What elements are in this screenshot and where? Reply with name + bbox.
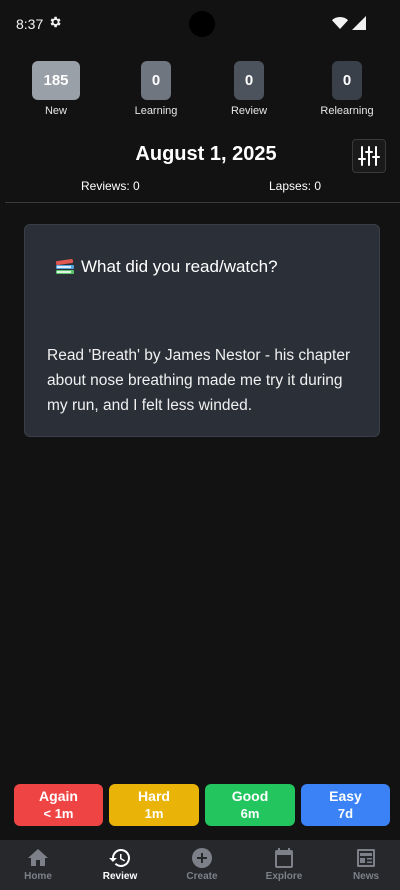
nav-news-label: News	[352, 871, 380, 882]
status-bar: 8:37	[0, 0, 400, 48]
books-icon	[55, 259, 74, 274]
cellular-signal-icon	[352, 16, 366, 30]
hard-button[interactable]: Hard 1m	[109, 784, 199, 826]
easy-button[interactable]: Easy 7d	[301, 784, 390, 826]
card-answer-text: Read 'Breath' by James Nestor - his chap…	[47, 347, 351, 414]
counter-learning-label: Learning	[134, 105, 178, 117]
counter-relearning-value: 0	[332, 61, 362, 100]
nav-news[interactable]: News	[331, 846, 400, 882]
camera-cutout	[189, 11, 215, 37]
good-button[interactable]: Good 6m	[205, 784, 295, 826]
nav-home-label: Home	[24, 871, 52, 882]
good-button-label: Good	[231, 788, 269, 804]
nav-explore-label: Explore	[265, 871, 303, 882]
calendar-icon	[275, 848, 293, 868]
nav-review-label: Review	[102, 871, 138, 882]
status-time: 8:37	[16, 16, 44, 32]
sliders-icon	[358, 146, 380, 166]
again-button-interval: < 1m	[43, 806, 74, 821]
card-question-text: What did you read/watch?	[81, 257, 278, 276]
nav-explore[interactable]: Explore	[249, 846, 319, 882]
flashcard: What did you read/watch? Read 'Breath' b…	[24, 224, 380, 437]
nav-create-label: Create	[186, 871, 218, 882]
card-question: What did you read/watch?	[55, 257, 278, 277]
again-button[interactable]: Again < 1m	[14, 784, 103, 826]
header-divider	[5, 202, 400, 203]
counter-relearning-label: Relearning	[320, 105, 374, 117]
good-button-interval: 6m	[240, 806, 260, 821]
again-button-label: Again	[39, 788, 78, 804]
home-icon	[28, 849, 48, 866]
nav-create[interactable]: Create	[167, 846, 237, 882]
settings-gear-icon	[50, 16, 61, 28]
counter-learning: 0 Learning	[111, 61, 201, 117]
counter-learning-value: 0	[141, 61, 171, 100]
review-date-title: August 1, 2025	[135, 143, 277, 165]
nav-review[interactable]: Review	[85, 846, 155, 882]
history-icon	[109, 848, 131, 867]
hard-button-label: Hard	[138, 788, 170, 804]
counter-relearning: 0 Relearning	[302, 61, 392, 117]
queue-counters: 185 New 0 Learning 0 Review 0 Relearning	[0, 61, 400, 121]
easy-button-label: Easy	[329, 788, 362, 804]
counter-review-value: 0	[234, 61, 264, 100]
newspaper-icon	[357, 849, 375, 867]
wifi-icon	[332, 16, 348, 29]
counter-review: 0 Review	[204, 61, 294, 117]
counter-new: 185 New	[11, 61, 101, 117]
easy-button-interval: 7d	[337, 806, 354, 821]
hard-button-interval: 1m	[144, 806, 164, 821]
add-circle-icon	[192, 848, 212, 868]
filter-settings-button[interactable]	[352, 139, 386, 173]
counter-new-label: New	[44, 105, 67, 117]
nav-home[interactable]: Home	[3, 846, 73, 882]
reviews-count: Reviews: 0	[81, 179, 140, 193]
counter-new-value: 185	[32, 61, 80, 100]
lapses-count: Lapses: 0	[269, 179, 322, 193]
counter-review-label: Review	[230, 105, 268, 117]
bottom-nav: Home Review Create Explore News	[0, 840, 400, 890]
